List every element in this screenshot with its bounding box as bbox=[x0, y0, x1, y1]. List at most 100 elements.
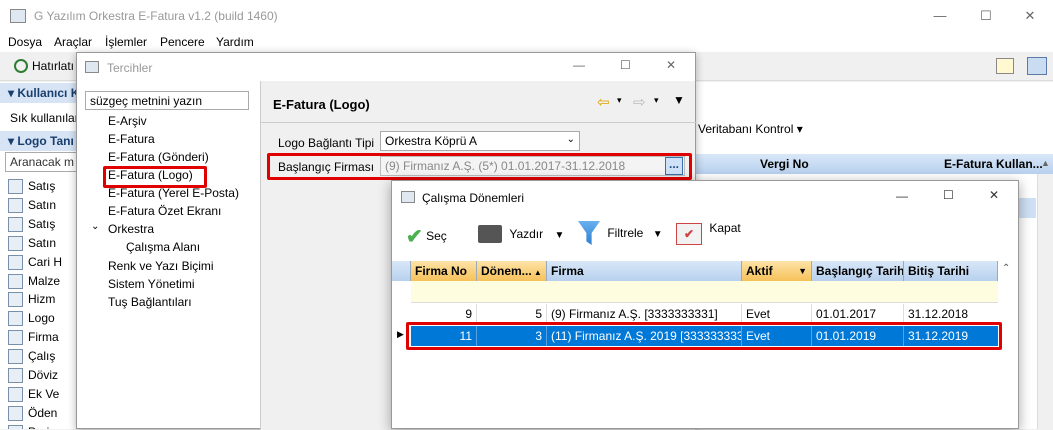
scroll-up-icon[interactable]: ▲ bbox=[1041, 158, 1050, 168]
navigation-panel: ▾ Kullanıcı K Sık kullanılar ▾ Logo Tanı… bbox=[0, 82, 80, 429]
forward-dropdown-icon[interactable]: ▾ bbox=[654, 95, 659, 106]
table-row[interactable]: 9 5 (9) Firmanız A.Ş. [3333333331] Evet … bbox=[411, 304, 998, 324]
reminder-icon bbox=[14, 59, 28, 73]
nav-item[interactable]: Malze bbox=[28, 274, 60, 288]
window-list-icon[interactable] bbox=[1027, 57, 1047, 75]
tree-item[interactable]: E-Fatura bbox=[108, 130, 155, 148]
nav-item-icon bbox=[8, 368, 23, 383]
nav-item-icon bbox=[8, 179, 23, 194]
cell-aktif: Evet bbox=[742, 304, 812, 324]
filter-row[interactable] bbox=[411, 281, 998, 303]
menubar: Dosya Araçlar İşlemler Pencere Yardım bbox=[0, 32, 1053, 52]
nav-item-icon bbox=[8, 216, 23, 232]
tree-item[interactable]: E-Arşiv bbox=[108, 112, 147, 130]
periods-minimize-button[interactable]: — bbox=[896, 189, 908, 203]
connection-type-select[interactable]: Orkestra Köprü A ⌄ bbox=[380, 131, 580, 151]
browse-button[interactable]: ... bbox=[665, 157, 683, 175]
nav-item[interactable]: Satın bbox=[28, 198, 56, 212]
panel-separator bbox=[261, 122, 696, 123]
scrollbar[interactable] bbox=[1037, 174, 1053, 429]
funnel-icon bbox=[578, 221, 600, 245]
check-icon: ✔ bbox=[406, 226, 423, 248]
selected-row-highlight bbox=[406, 322, 1002, 350]
nav-item[interactable]: Satış bbox=[28, 217, 55, 231]
nav-item[interactable]: Satış bbox=[28, 179, 55, 193]
nav-item-icon bbox=[8, 311, 23, 327]
close-dialog-button[interactable]: ✔ Kapat bbox=[676, 221, 741, 245]
print-button[interactable]: Yazdır ▼ bbox=[478, 225, 564, 246]
start-firm-field[interactable]: (9) Firmanız A.Ş. (5*) 01.01.2017-31.12.… bbox=[380, 156, 685, 176]
nav-item[interactable]: Ek Ve bbox=[28, 387, 59, 401]
periods-close-button[interactable]: ✕ bbox=[989, 188, 999, 202]
menu-islemler[interactable]: İşlemler bbox=[105, 35, 147, 49]
section-logo[interactable]: ▾ Logo Tanı bbox=[0, 131, 79, 151]
expand-chevron-icon[interactable]: ⌄ bbox=[91, 221, 99, 232]
menu-araclar[interactable]: Araçlar bbox=[54, 35, 92, 49]
chevron-down-icon: ⌄ bbox=[566, 134, 575, 145]
menu-pencere[interactable]: Pencere bbox=[160, 35, 205, 49]
dropdown-arrow-icon: ▾ bbox=[796, 122, 803, 136]
periods-maximize-button[interactable]: ☐ bbox=[943, 188, 954, 202]
tree-item[interactable]: E-Fatura Özet Ekranı bbox=[108, 202, 221, 220]
maximize-button[interactable]: ☐ bbox=[963, 0, 1009, 32]
selected-row-highlight bbox=[1018, 198, 1036, 218]
nav-item[interactable]: Cari H bbox=[28, 255, 62, 269]
menu-yardim[interactable]: Yardım bbox=[216, 35, 254, 49]
tree-item[interactable]: Çalışma Alanı bbox=[126, 238, 200, 256]
nav-item[interactable]: Satın bbox=[28, 236, 56, 250]
column-firma[interactable]: Firma bbox=[547, 261, 742, 281]
tree-item[interactable]: Tuş Bağlantıları bbox=[108, 293, 192, 311]
nav-item[interactable]: Hizm bbox=[28, 292, 55, 306]
printer-icon bbox=[478, 225, 502, 243]
column-donem[interactable]: Dönem... ▲ bbox=[477, 261, 547, 281]
nav-item-icon bbox=[8, 386, 23, 402]
column-bitis[interactable]: Bitiş Tarihi bbox=[904, 261, 998, 281]
tree-item[interactable]: Renk ve Yazı Biçimi bbox=[108, 257, 214, 275]
column-aktif[interactable]: Aktif ▼ bbox=[742, 261, 812, 281]
preferences-maximize-button[interactable]: ☐ bbox=[620, 58, 631, 72]
panel-title: E-Fatura (Logo) bbox=[273, 97, 370, 112]
preferences-close-button[interactable]: ✕ bbox=[666, 58, 676, 72]
forward-arrow-icon[interactable]: ⇨ bbox=[633, 93, 646, 111]
connection-type-label: Logo Bağlantı Tipi bbox=[278, 136, 375, 150]
column-vergi-no[interactable]: Vergi No bbox=[760, 157, 809, 171]
tree-item[interactable]: E-Fatura (Gönderi) bbox=[108, 148, 209, 166]
nav-item[interactable]: Logo bbox=[28, 311, 55, 325]
select-button[interactable]: ✔ Seç bbox=[406, 224, 447, 249]
dropdown-arrow-icon: ▼ bbox=[554, 230, 565, 241]
section-kullanici[interactable]: ▾ Kullanıcı K bbox=[0, 83, 79, 103]
reminder-button[interactable]: Hatırlatı bbox=[32, 59, 74, 73]
back-dropdown-icon[interactable]: ▾ bbox=[617, 95, 622, 106]
column-efatura-kullanici[interactable]: E-Fatura Kullan... bbox=[944, 157, 1043, 171]
nav-search-input[interactable]: Aranacak m bbox=[5, 152, 79, 172]
panel-menu-icon[interactable]: ▼ bbox=[673, 93, 685, 107]
nav-item[interactable]: Öden bbox=[28, 406, 57, 420]
nav-item[interactable]: Çalış bbox=[28, 349, 55, 363]
cell-bitis: 31.12.2018 bbox=[908, 307, 969, 321]
nav-item[interactable]: Proje bbox=[28, 425, 56, 429]
layout-icon[interactable] bbox=[996, 58, 1014, 74]
db-check-button[interactable]: Veritabanı Kontrol ▾ bbox=[698, 122, 803, 136]
nav-item[interactable]: Firma bbox=[28, 330, 59, 344]
nav-item-icon bbox=[8, 235, 23, 251]
cell-donem: 5 bbox=[477, 304, 547, 324]
column-baslangic[interactable]: Başlangıç Tarihi bbox=[812, 261, 904, 281]
column-firma-no[interactable]: Firma No bbox=[411, 261, 477, 281]
back-arrow-icon[interactable]: ⇦ bbox=[597, 93, 610, 111]
grid-scroll-up-icon[interactable]: ⌃ bbox=[1002, 263, 1010, 274]
collapse-icon: ▾ bbox=[8, 86, 18, 100]
tree-item[interactable]: Orkestra bbox=[108, 220, 154, 238]
menu-dosya[interactable]: Dosya bbox=[8, 35, 42, 49]
nav-item-icon bbox=[8, 330, 23, 346]
cell-baslangic: 01.01.2017 bbox=[812, 304, 904, 324]
selected-tree-highlight bbox=[103, 166, 207, 188]
close-button[interactable]: ✕ bbox=[1007, 0, 1053, 32]
sort-up-icon: ▲ bbox=[531, 268, 542, 277]
filter-input[interactable]: süzgeç metnini yazın bbox=[85, 91, 249, 110]
minimize-button[interactable]: — bbox=[917, 0, 963, 32]
grid-corner bbox=[392, 261, 411, 281]
filter-button[interactable]: Filtrele ▼ bbox=[578, 221, 663, 248]
tree-item[interactable]: Sistem Yönetimi bbox=[108, 275, 194, 293]
preferences-minimize-button[interactable]: — bbox=[573, 58, 585, 72]
nav-item[interactable]: Döviz bbox=[28, 368, 58, 382]
